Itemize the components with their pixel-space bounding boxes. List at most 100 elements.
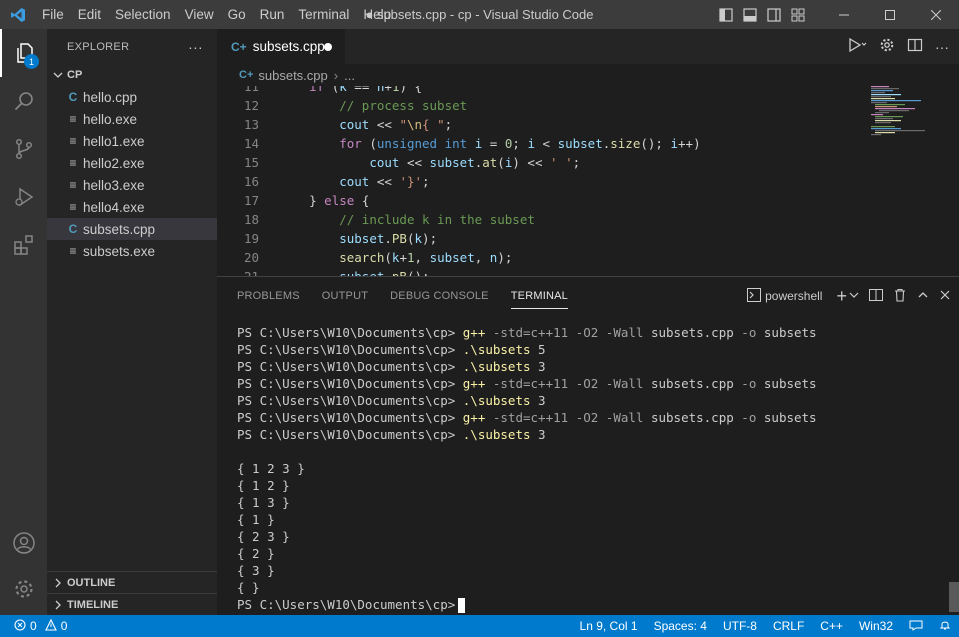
line-ending[interactable]: CRLF: [765, 619, 812, 633]
panel-tabs: PROBLEMS OUTPUT DEBUG CONSOLE TERMINAL: [237, 277, 590, 315]
problems-status[interactable]: 0 0: [0, 618, 67, 634]
accounts-icon[interactable]: [0, 519, 47, 567]
code-editor[interactable]: 11 if (k == n+1) {12 // process subset 13…: [217, 86, 863, 276]
file-item[interactable]: Csubsets.cpp: [47, 218, 217, 240]
gear-icon[interactable]: [879, 37, 895, 56]
customize-layout-icon[interactable]: [791, 8, 805, 22]
menu-edit[interactable]: Edit: [71, 0, 108, 29]
code-line[interactable]: 17 } else {: [217, 191, 863, 210]
tab-subsets-cpp[interactable]: C+ subsets.cpp: [217, 29, 345, 64]
terminal-scrollbar[interactable]: [949, 582, 959, 612]
file-item[interactable]: ≡ hello3.exe: [47, 174, 217, 196]
split-editor-icon[interactable]: [907, 37, 923, 56]
code-text: // process subset: [339, 98, 468, 113]
code-line[interactable]: 13 cout << "\n{ ";: [217, 115, 863, 134]
file-lines-icon: ≡: [69, 156, 77, 170]
terminal-line: PS C:\Users\W10\Documents\cp> g++ -std=c…: [237, 410, 817, 425]
close-window-button[interactable]: [913, 0, 959, 29]
line-number: 13: [243, 117, 259, 132]
split-terminal-icon[interactable]: [869, 288, 883, 305]
menu-selection[interactable]: Selection: [108, 0, 178, 29]
unsaved-dot-icon[interactable]: [324, 43, 332, 51]
code-line[interactable]: 16 cout << '}';: [217, 172, 863, 191]
explorer-icon[interactable]: 1: [0, 29, 47, 77]
folder-cp[interactable]: CP: [47, 64, 217, 86]
source-control-icon[interactable]: [0, 125, 47, 173]
line-number: 16: [243, 174, 259, 189]
toggle-panel-icon[interactable]: [743, 7, 757, 22]
indentation[interactable]: Spaces: 4: [646, 619, 715, 633]
new-terminal-icon[interactable]: +: [836, 286, 847, 307]
tab-output[interactable]: OUTPUT: [322, 277, 368, 315]
trash-icon[interactable]: [893, 288, 907, 305]
extensions-icon[interactable]: [0, 221, 47, 269]
code-line[interactable]: 18 // include k in the subset: [217, 210, 863, 229]
file-list: Chello.cpp ≡ hello.exe ≡ hello1.exe ≡ hello2.e…: [47, 86, 217, 262]
timeline-section[interactable]: TIMELINE: [47, 593, 217, 615]
file-item[interactable]: ≡ hello4.exe: [47, 196, 217, 218]
tab-terminal[interactable]: TERMINAL: [510, 283, 568, 309]
file-item[interactable]: ≡ hello1.exe: [47, 130, 217, 152]
notifications-bell-icon[interactable]: [931, 619, 959, 634]
more-actions-icon[interactable]: ···: [188, 39, 203, 55]
menu-terminal[interactable]: Terminal: [291, 0, 356, 29]
code-text: subset.PB(k);: [339, 231, 438, 246]
menu-help[interactable]: Help: [356, 0, 398, 29]
line-number: 11: [243, 86, 259, 94]
file-item[interactable]: ≡ hello2.exe: [47, 152, 217, 174]
settings-gear-icon[interactable]: [0, 565, 47, 613]
menu-view[interactable]: View: [178, 0, 221, 29]
menu-go[interactable]: Go: [221, 0, 253, 29]
platform[interactable]: Win32: [851, 619, 901, 633]
search-icon[interactable]: [0, 77, 47, 125]
outline-section[interactable]: OUTLINE: [47, 571, 217, 593]
toggle-sidebar-icon[interactable]: [719, 7, 733, 22]
terminal-prompt-line[interactable]: PS C:\Users\W10\Documents\cp>: [237, 596, 937, 613]
code-text: if (k == n+1) {: [309, 86, 423, 94]
folder-label: CP: [67, 69, 83, 81]
file-label: hello3.exe: [83, 177, 145, 193]
code-line[interactable]: 15 cout << subset.at(i) << ' ';: [217, 153, 863, 172]
file-item[interactable]: ≡ hello.exe: [47, 108, 217, 130]
cursor-position[interactable]: Ln 9, Col 1: [572, 619, 646, 633]
file-item[interactable]: Chello.cpp: [47, 86, 217, 108]
code-line[interactable]: 12 // process subset: [217, 96, 863, 115]
language-mode[interactable]: C++: [812, 619, 851, 633]
terminal-line: { 1 2 }: [237, 478, 290, 493]
breadcrumb-file[interactable]: subsets.cpp: [258, 68, 327, 83]
run-debug-icon[interactable]: [0, 173, 47, 221]
more-actions-icon[interactable]: ···: [935, 39, 949, 55]
code-line[interactable]: 14 for (unsigned int i = 0; i < subset.s…: [217, 134, 863, 153]
tab-debug-console[interactable]: DEBUG CONSOLE: [390, 277, 489, 315]
terminal-line: { 1 3 }: [237, 495, 290, 510]
close-panel-icon[interactable]: [939, 289, 951, 304]
line-number: 21: [217, 267, 259, 276]
minimize-button[interactable]: [821, 0, 867, 29]
menu-file[interactable]: File: [35, 0, 71, 29]
explorer-title: EXPLORER: [67, 40, 130, 53]
menu-run[interactable]: Run: [253, 0, 292, 29]
breadcrumb-more[interactable]: ...: [344, 68, 355, 83]
code-line[interactable]: 20 search(k+1, subset, n);: [217, 248, 863, 267]
code-line[interactable]: 11 if (k == n+1) {: [217, 86, 863, 96]
terminal-shell-name[interactable]: powershell: [765, 289, 822, 303]
cpp-file-icon: C+: [239, 69, 254, 81]
run-code-icon[interactable]: [847, 37, 867, 56]
tab-problems[interactable]: PROBLEMS: [237, 277, 300, 315]
file-label: hello.exe: [83, 111, 138, 127]
encoding[interactable]: UTF-8: [715, 619, 765, 633]
line-number: 19: [243, 231, 259, 246]
minimap[interactable]: [863, 86, 959, 276]
feedback-icon[interactable]: [901, 619, 931, 634]
breadcrumb-separator-icon: ›: [333, 67, 339, 83]
file-item[interactable]: ≡ subsets.exe: [47, 240, 217, 262]
terminal-output[interactable]: PS C:\Users\W10\Documents\cp> g++ -std=c…: [237, 324, 937, 613]
toggle-secondary-sidebar-icon[interactable]: [767, 7, 781, 22]
chevron-down-icon[interactable]: [849, 289, 859, 303]
code-line[interactable]: 21 subset.pB();: [217, 267, 863, 276]
code-line[interactable]: 19 subset.PB(k);: [217, 229, 863, 248]
file-label: subsets.exe: [83, 243, 156, 259]
maximize-panel-icon[interactable]: [917, 289, 929, 304]
maximize-button[interactable]: [867, 0, 913, 29]
terminal-line: PS C:\Users\W10\Documents\cp> .\subsets …: [237, 342, 546, 357]
